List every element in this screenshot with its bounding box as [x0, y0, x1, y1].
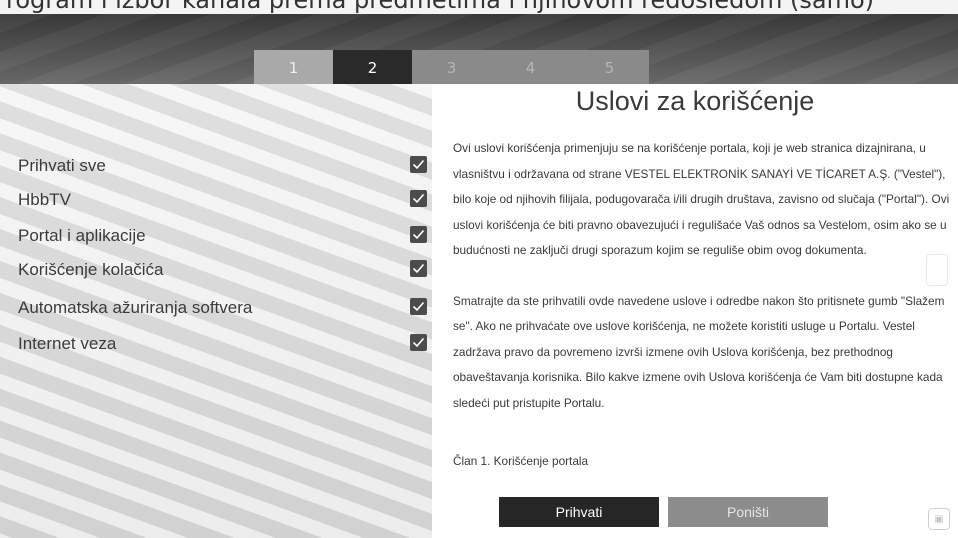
step-4[interactable]: 4: [491, 50, 570, 86]
step-indicator: 1 2 3 4 5: [254, 50, 649, 86]
option-label: Automatska ažuriranja softvera: [18, 298, 253, 317]
tv-brand-icon: ▣: [928, 508, 950, 530]
option-label: Korišćenje kolačića: [18, 260, 164, 279]
terms-paragraph-1: Ovi uslovi korišćenja primenjuju se na k…: [453, 141, 950, 257]
option-label: Internet veza: [18, 334, 117, 353]
internet-checkbox[interactable]: [410, 334, 427, 351]
article-heading: Član 1. Korišćenje portala: [453, 454, 589, 468]
terms-body[interactable]: Ovi uslovi korišćenja primenjuju se na k…: [453, 136, 953, 441]
step-2-active[interactable]: 2: [333, 50, 412, 86]
accept-all-checkbox[interactable]: [410, 156, 427, 173]
step-1[interactable]: 1: [254, 50, 333, 86]
hbbtv-checkbox[interactable]: [410, 190, 427, 207]
option-label: HbbTV: [18, 190, 71, 209]
terms-panel: Uslovi za korišćenje Ovi uslovi korišćen…: [432, 84, 958, 538]
step-3[interactable]: 3: [412, 50, 491, 86]
checkmark-icon: [412, 193, 425, 204]
option-internet[interactable]: Internet veza: [0, 332, 432, 362]
option-cookies[interactable]: Korišćenje kolačića: [0, 258, 432, 288]
option-accept-all[interactable]: Prihvati sve: [0, 154, 432, 184]
auto-updates-checkbox[interactable]: [410, 298, 427, 315]
options-panel: Prihvati sve HbbTV Portal i aplikacije K…: [0, 84, 432, 538]
option-auto-updates[interactable]: Automatska ažuriranja softvera: [0, 296, 432, 326]
scrollbar-hint-icon: [926, 254, 948, 286]
caption-text: rogram i izbor kanala prema predmetima i…: [6, 0, 875, 14]
checkmark-icon: [412, 159, 425, 170]
portal-apps-checkbox[interactable]: [410, 226, 427, 243]
checkmark-icon: [412, 229, 425, 240]
cancel-button[interactable]: Poništi: [668, 497, 828, 527]
terms-paragraph-2: Smatrajte da ste prihvatili ovde naveden…: [453, 293, 945, 410]
step-5[interactable]: 5: [570, 50, 649, 86]
terms-title: Uslovi za korišćenje: [575, 86, 815, 116]
accept-button[interactable]: Prihvati: [499, 497, 659, 527]
checkmark-icon: [412, 337, 425, 348]
caption-strip: rogram i izbor kanala prema predmetima i…: [0, 0, 958, 14]
cookies-checkbox[interactable]: [410, 260, 427, 277]
option-label: Portal i aplikacije: [18, 226, 146, 245]
option-label: Prihvati sve: [18, 156, 106, 175]
checkmark-icon: [412, 301, 425, 312]
option-hbbtv[interactable]: HbbTV: [0, 188, 432, 218]
checkmark-icon: [412, 263, 425, 274]
option-portal-apps[interactable]: Portal i aplikacije: [0, 224, 432, 254]
